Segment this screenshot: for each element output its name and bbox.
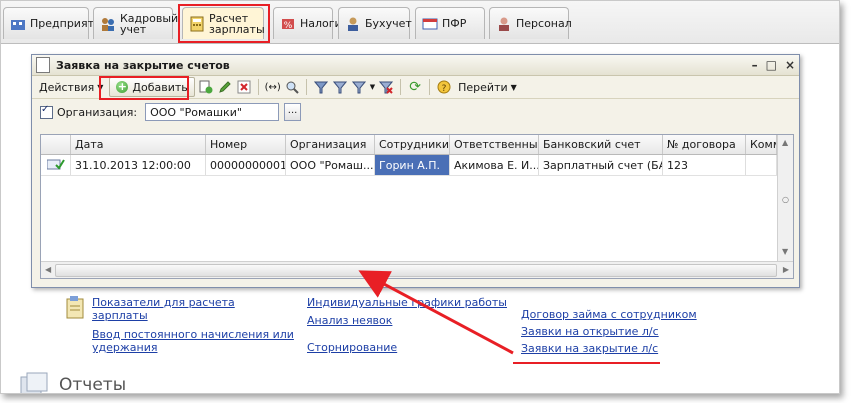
tab-label: Кадровый учет bbox=[120, 11, 179, 36]
toolbar-separator bbox=[400, 79, 402, 95]
cell-responsible: Акимова Е. И.... bbox=[450, 155, 539, 175]
tab-taxes[interactable]: % Налоги bbox=[273, 7, 342, 39]
tab-accounting[interactable]: Бухучет bbox=[338, 7, 412, 39]
organization-select-button[interactable]: ... bbox=[284, 103, 302, 121]
tab-label: Налоги bbox=[300, 17, 342, 30]
toolbar-separator bbox=[429, 79, 431, 95]
organization-checkbox[interactable] bbox=[40, 104, 53, 119]
window-title: Заявка на закрытие счетов bbox=[56, 58, 230, 72]
organization-filter: Организация: ООО "Ромашки" ... bbox=[32, 99, 799, 125]
tab-label: ПФР bbox=[442, 17, 467, 30]
people-icon bbox=[102, 17, 114, 31]
structure-icon[interactable]: (↔) bbox=[265, 79, 281, 95]
col-date[interactable]: Дата bbox=[71, 135, 206, 154]
section-tabs: Предприятие Кадровый учет Расчет зарплат… bbox=[1, 1, 839, 44]
table-row[interactable]: 31.10.2013 12:00:00 00000000001 ООО "Ром… bbox=[41, 155, 777, 176]
window-title-bar[interactable]: Заявка на закрытие счетов – □ × bbox=[32, 55, 799, 76]
maximize-button[interactable]: □ bbox=[766, 58, 777, 72]
clear-filter-icon[interactable] bbox=[378, 79, 394, 95]
tab-enterprise[interactable]: Предприятие bbox=[3, 7, 108, 39]
link-permanent-accrual[interactable]: Ввод постоянного начисления или bbox=[92, 328, 294, 342]
scroll-down-icon[interactable]: ▼ bbox=[782, 247, 788, 256]
link-permanent-accrual-2[interactable]: удержания bbox=[92, 341, 157, 355]
edit-pencil-icon[interactable] bbox=[217, 79, 233, 95]
col-employees[interactable]: Сотрудники bbox=[375, 135, 450, 154]
col-comment[interactable]: Комм bbox=[746, 135, 777, 154]
reports-icon bbox=[20, 372, 48, 393]
taxes-icon: % bbox=[282, 18, 294, 31]
horizontal-scroll-thumb[interactable] bbox=[55, 264, 777, 277]
cell-bank-account: Зарплатный счет (БА) bbox=[539, 155, 663, 175]
documents-table: Дата Номер Организация Сотрудники Ответс… bbox=[40, 134, 794, 279]
vertical-scrollbar[interactable]: ▲ ○ ▼ bbox=[777, 135, 793, 261]
dropdown-arrow-icon[interactable]: ▼ bbox=[370, 83, 375, 91]
find-icon[interactable] bbox=[284, 79, 300, 95]
cell-number: 00000000001 bbox=[206, 155, 286, 175]
cell-comment bbox=[746, 155, 777, 175]
pfr-icon bbox=[422, 18, 438, 29]
link-open-accounts[interactable]: Заявки на открытие л/с bbox=[521, 325, 659, 339]
tab-pfr[interactable]: ПФР bbox=[415, 7, 485, 39]
col-responsible[interactable]: Ответственный bbox=[450, 135, 539, 154]
payroll-tab-highlight bbox=[178, 4, 270, 43]
cell-employees[interactable]: Горин А.П. bbox=[375, 155, 450, 175]
col-contract-number[interactable]: № договора bbox=[663, 135, 746, 154]
link-payroll-indicators[interactable]: Показатели для расчета bbox=[92, 296, 235, 310]
filter-by-value-icon[interactable] bbox=[332, 79, 348, 95]
go-menu[interactable]: Перейти ▼ bbox=[455, 78, 520, 96]
col-number[interactable]: Номер bbox=[206, 135, 286, 154]
report-book-icon bbox=[66, 296, 84, 319]
actions-menu[interactable]: Действия ▼ bbox=[36, 78, 106, 96]
posted-document-icon bbox=[41, 155, 71, 175]
tab-personnel[interactable]: Персонал bbox=[489, 7, 572, 39]
filter-settings-icon[interactable] bbox=[313, 79, 329, 95]
dropdown-arrow-icon: ▼ bbox=[510, 82, 517, 92]
tab-hr[interactable]: Кадровый учет bbox=[93, 7, 179, 39]
organization-input[interactable]: ООО "Ромашки" bbox=[145, 103, 280, 121]
filter-history-icon[interactable] bbox=[351, 79, 367, 95]
close-accounts-underline bbox=[513, 362, 660, 364]
horizontal-scrollbar[interactable]: ◀ ▶ bbox=[41, 261, 793, 278]
link-loan-agreement[interactable]: Договор займа с сотрудником bbox=[521, 308, 697, 322]
minimize-button[interactable]: – bbox=[752, 58, 758, 72]
cell-organization: ООО "Ромаш... bbox=[286, 155, 375, 175]
scroll-right-icon[interactable]: ▶ bbox=[783, 265, 789, 274]
window-controls: – □ × bbox=[752, 58, 795, 72]
link-close-accounts[interactable]: Заявки на закрытие л/с bbox=[521, 342, 658, 356]
toolbar-separator bbox=[305, 79, 307, 95]
close-button[interactable]: × bbox=[785, 58, 795, 72]
svg-text:?: ? bbox=[442, 84, 447, 94]
copy-icon[interactable] bbox=[198, 79, 214, 95]
accountant-icon bbox=[348, 17, 358, 31]
tab-label: Бухучет bbox=[365, 17, 412, 30]
scroll-up-icon[interactable]: ▲ bbox=[782, 138, 788, 147]
header-icon-cell bbox=[41, 135, 71, 154]
cell-date: 31.10.2013 12:00:00 bbox=[71, 155, 206, 175]
link-payroll-indicators-2[interactable]: зарплаты bbox=[92, 309, 148, 323]
help-icon[interactable]: ? bbox=[436, 79, 452, 95]
toolbar-separator bbox=[257, 79, 259, 95]
link-absence-analysis[interactable]: Анализ неявок bbox=[307, 314, 392, 328]
tab-label: Персонал bbox=[516, 17, 572, 30]
actions-label: Действия bbox=[39, 80, 95, 94]
scroll-middle-icon: ○ bbox=[782, 195, 789, 204]
document-icon bbox=[36, 57, 50, 73]
refresh-icon[interactable]: ⟳ bbox=[407, 79, 423, 95]
delete-icon[interactable] bbox=[236, 79, 252, 95]
scroll-left-icon[interactable]: ◀ bbox=[45, 265, 51, 274]
col-bank-account[interactable]: Банковский счет bbox=[539, 135, 663, 154]
cell-contract-number: 123 bbox=[663, 155, 746, 175]
col-organization[interactable]: Организация bbox=[286, 135, 375, 154]
organization-label: Организация: bbox=[57, 105, 138, 119]
add-button-highlight bbox=[99, 76, 189, 100]
go-label: Перейти bbox=[458, 80, 508, 94]
enterprise-icon bbox=[11, 19, 25, 30]
reports-section-title: Отчеты bbox=[59, 375, 127, 394]
screenshot-frame: Предприятие Кадровый учет Расчет зарплат… bbox=[0, 0, 840, 394]
link-reversal[interactable]: Сторнирование bbox=[307, 341, 397, 355]
person-icon bbox=[499, 17, 509, 31]
link-individual-schedules[interactable]: Индивидуальные графики работы bbox=[307, 296, 507, 310]
svg-text:%: % bbox=[284, 21, 293, 31]
table-header: Дата Номер Организация Сотрудники Ответс… bbox=[41, 135, 777, 155]
